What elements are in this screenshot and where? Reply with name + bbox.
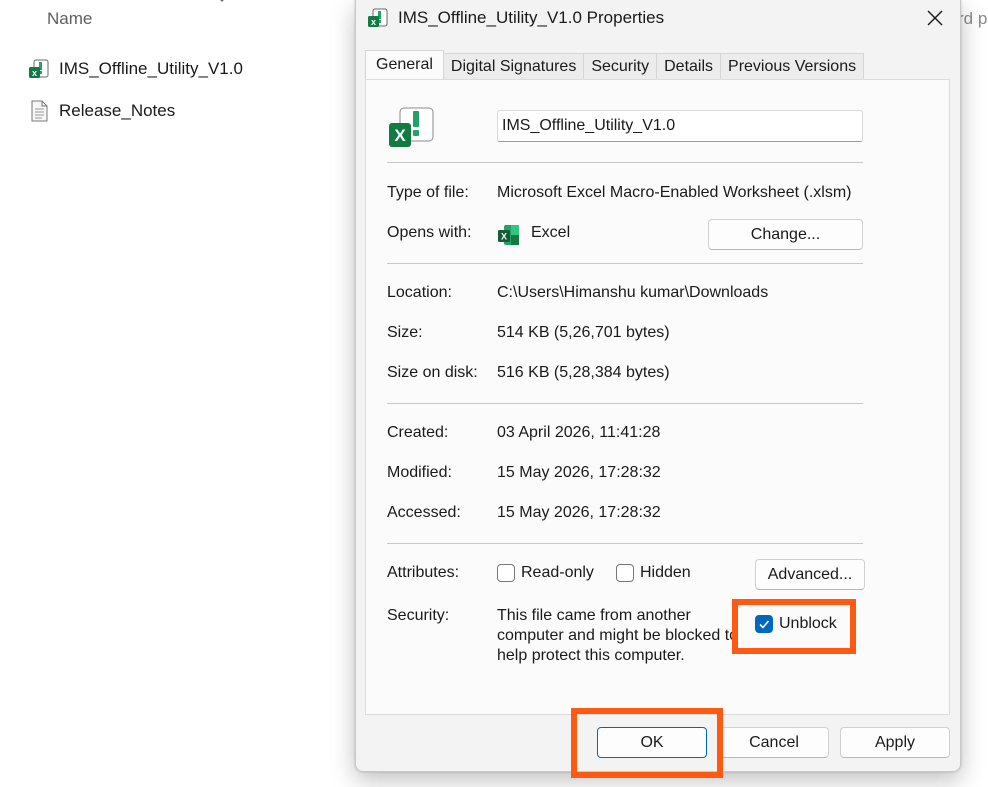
checkbox-checked-icon[interactable] — [755, 615, 773, 633]
opens-with-value: Excel — [531, 224, 571, 241]
excel-app-icon: X — [498, 225, 519, 245]
opens-with-label: Opens with: — [387, 224, 472, 241]
read-only-checkbox[interactable]: Read-only — [497, 564, 594, 582]
svg-text:X: X — [394, 126, 406, 145]
checkbox-box[interactable] — [497, 564, 515, 582]
tab-strip: General Digital Signatures Security Deta… — [365, 50, 865, 79]
svg-text:x: x — [32, 68, 37, 78]
accessed-label: Accessed: — [387, 504, 461, 521]
cancel-button[interactable]: Cancel — [719, 727, 829, 758]
location-label: Location: — [387, 284, 452, 301]
file-item-label: Release_Notes — [59, 101, 176, 120]
size-on-disk-label: Size on disk: — [387, 364, 478, 381]
file-item-release-notes[interactable]: Release_Notes — [28, 98, 175, 124]
apply-button[interactable]: Apply — [840, 727, 950, 758]
sort-chevron-icon — [220, 0, 224, 2]
tab-previous-versions[interactable]: Previous Versions — [720, 53, 865, 79]
background-text-fragment: rd p — [958, 9, 988, 28]
file-item-label: IMS_Offline_Utility_V1.0 — [59, 59, 243, 78]
separator — [387, 162, 863, 163]
unblock-checkbox[interactable]: Unblock — [755, 615, 841, 633]
modified-value: 15 May 2026, 17:28:32 — [497, 464, 661, 481]
excel-macro-file-icon: X — [389, 107, 434, 147]
read-only-label: Read-only — [521, 564, 594, 581]
modified-label: Modified: — [387, 464, 452, 481]
file-item-ims-offline-utility[interactable]: x IMS_Offline_Utility_V1.0 — [28, 56, 243, 82]
separator — [387, 543, 863, 544]
attributes-label: Attributes: — [387, 564, 460, 581]
tab-details[interactable]: Details — [656, 53, 722, 79]
tab-security[interactable]: Security — [583, 53, 658, 79]
close-icon — [927, 10, 943, 26]
column-header-name[interactable]: Name — [47, 9, 92, 29]
svg-text:x: x — [371, 17, 376, 27]
properties-dialog: x IMS_Offline_Utility_V1.0 Properties Ge… — [355, 0, 961, 772]
tab-general[interactable]: General — [365, 50, 444, 79]
type-of-file-label: Type of file: — [387, 184, 469, 201]
general-tab-panel: X Type of file: Microsoft Excel Macro-En… — [365, 79, 950, 715]
ok-button[interactable]: OK — [597, 727, 707, 758]
file-name-input[interactable] — [497, 110, 863, 142]
accessed-value: 15 May 2026, 17:28:32 — [497, 504, 661, 521]
advanced-button[interactable]: Advanced... — [755, 559, 865, 590]
created-label: Created: — [387, 424, 449, 441]
excel-macro-icon: x — [368, 8, 388, 27]
change-button[interactable]: Change... — [708, 219, 863, 250]
checkbox-box[interactable] — [616, 564, 634, 582]
size-on-disk-value: 516 KB (5,28,384 bytes) — [497, 364, 670, 381]
security-label: Security: — [387, 607, 450, 624]
excel-macro-icon: x — [29, 59, 49, 78]
unblock-label: Unblock — [779, 615, 837, 632]
size-value: 514 KB (5,26,701 bytes) — [497, 324, 670, 341]
type-of-file-value: Microsoft Excel Macro-Enabled Worksheet … — [497, 184, 852, 201]
location-value: C:\Users\Himanshu kumar\Downloads — [497, 284, 769, 301]
checkmark-icon — [759, 620, 770, 629]
close-button[interactable] — [916, 2, 954, 34]
size-label: Size: — [387, 324, 423, 341]
tab-digital-signatures[interactable]: Digital Signatures — [442, 53, 585, 79]
dialog-title: IMS_Offline_Utility_V1.0 Properties — [398, 8, 665, 27]
hidden-checkbox[interactable]: Hidden — [616, 564, 691, 582]
created-value: 03 April 2026, 11:41:28 — [497, 424, 661, 441]
separator — [387, 403, 863, 404]
security-warning-text: This file came from another computer and… — [497, 607, 739, 664]
svg-text:X: X — [501, 232, 507, 242]
hidden-label: Hidden — [640, 564, 691, 581]
separator — [387, 263, 863, 264]
text-document-icon — [31, 100, 48, 122]
